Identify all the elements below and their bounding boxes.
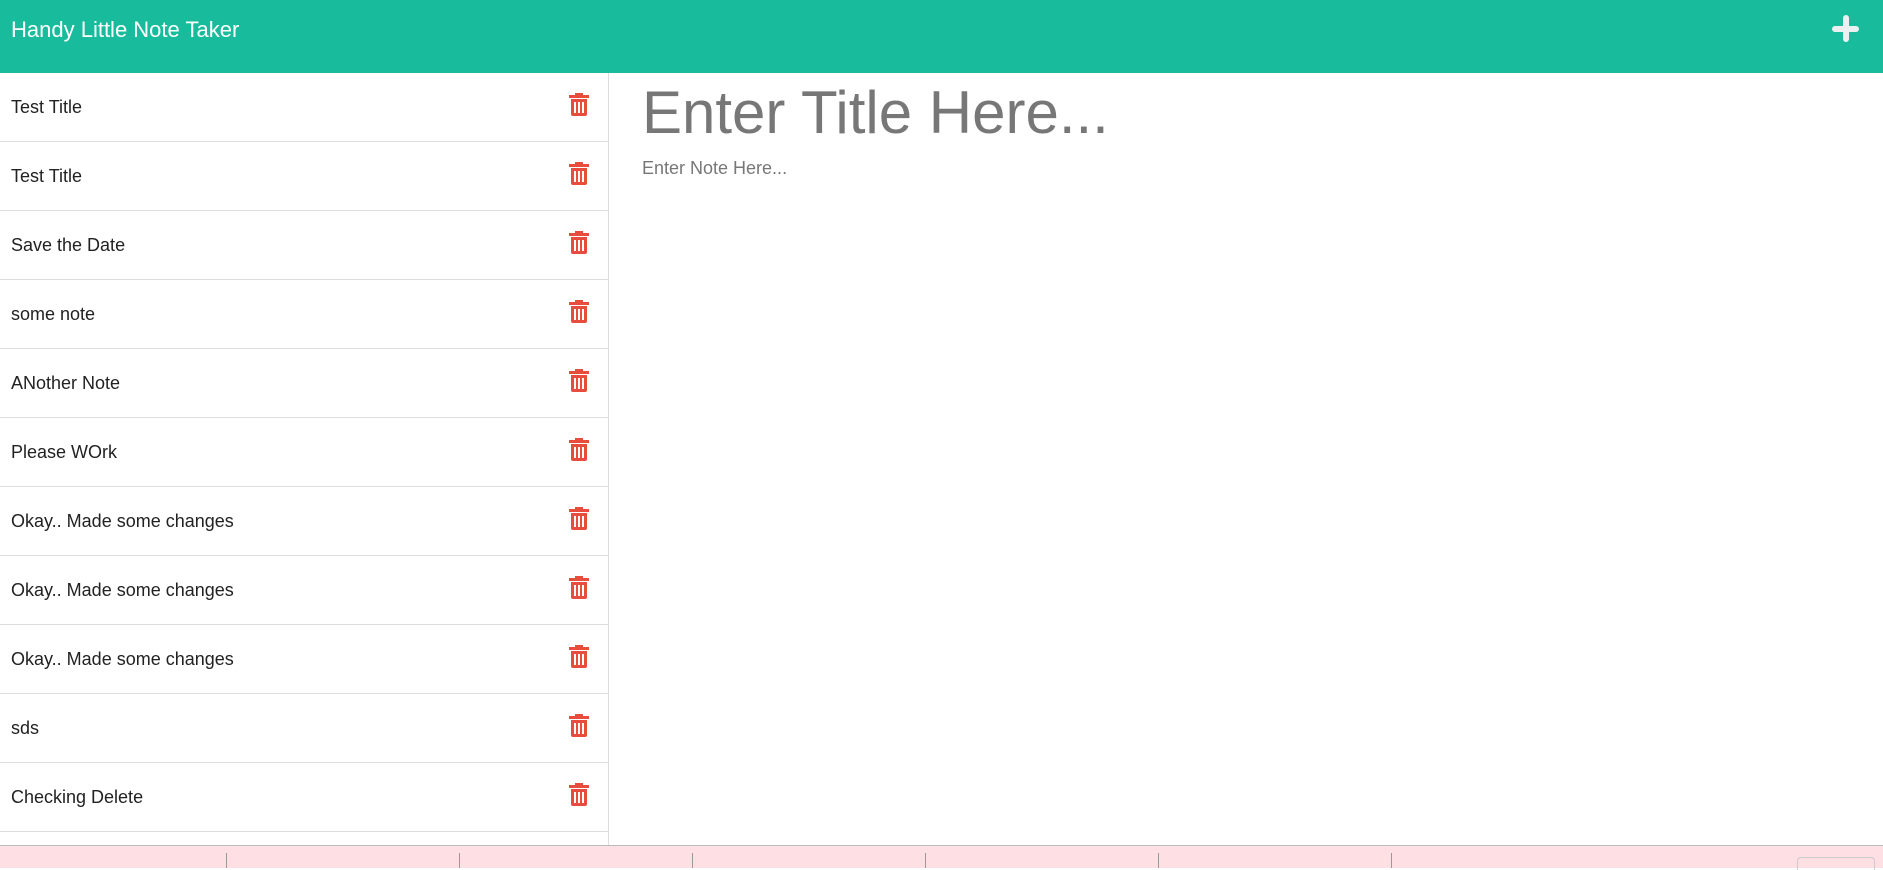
note-list-item[interactable] [0, 832, 608, 845]
note-title-input[interactable] [642, 78, 1842, 147]
bottom-divider [226, 853, 227, 868]
note-list-item[interactable]: Okay.. Made some changes [0, 556, 608, 625]
delete-trash-icon[interactable] [569, 714, 589, 737]
note-title: Test Title [11, 97, 83, 117]
delete-trash-icon[interactable] [569, 576, 589, 599]
new-note-plus-icon[interactable] [1832, 15, 1860, 43]
note-list-item[interactable]: sds [0, 694, 608, 763]
delete-trash-icon[interactable] [569, 645, 589, 668]
note-title: sds [11, 718, 40, 738]
note-title: Okay.. Made some changes [11, 649, 234, 669]
bottom-bar [0, 845, 1883, 870]
note-list-item[interactable]: Please WOrk [0, 418, 608, 487]
note-title: Test Title [11, 166, 83, 186]
bottom-divider [1158, 853, 1159, 868]
bottom-tab[interactable] [1797, 857, 1875, 870]
note-list-item[interactable]: Okay.. Made some changes [0, 487, 608, 556]
note-title: Please WOrk [11, 442, 118, 462]
delete-trash-icon[interactable] [569, 507, 589, 530]
note-list: Test Title Test Title Save the Date some no… [0, 73, 609, 845]
app-title[interactable]: Handy Little Note Taker [11, 15, 239, 45]
note-list-item[interactable]: Okay.. Made some changes [0, 625, 608, 694]
navbar: Handy Little Note Taker [0, 0, 1883, 73]
note-text-area[interactable] [642, 158, 1842, 758]
note-title: ANother Note [11, 373, 121, 393]
note-title: Okay.. Made some changes [11, 511, 234, 531]
bottom-divider [459, 853, 460, 868]
note-editor [609, 73, 1883, 845]
note-list-item[interactable]: Test Title [0, 142, 608, 211]
delete-trash-icon[interactable] [569, 93, 589, 116]
bottom-divider [692, 853, 693, 868]
note-list-item[interactable]: ANother Note [0, 349, 608, 418]
bottom-divider [1391, 853, 1392, 868]
note-title: Okay.. Made some changes [11, 580, 234, 600]
delete-trash-icon[interactable] [569, 438, 589, 461]
note-list-item[interactable]: some note [0, 280, 608, 349]
note-title: some note [11, 304, 96, 324]
note-list-item[interactable]: Save the Date [0, 211, 608, 280]
delete-trash-icon[interactable] [569, 162, 589, 185]
note-title: Checking Delete [11, 787, 144, 807]
bottom-divider [925, 853, 926, 868]
delete-trash-icon[interactable] [569, 300, 589, 323]
note-title: Save the Date [11, 235, 126, 255]
note-list-item[interactable]: Test Title [0, 73, 608, 142]
delete-trash-icon[interactable] [569, 369, 589, 392]
delete-trash-icon[interactable] [569, 783, 589, 806]
note-list-item[interactable]: Checking Delete [0, 763, 608, 832]
delete-trash-icon[interactable] [569, 231, 589, 254]
